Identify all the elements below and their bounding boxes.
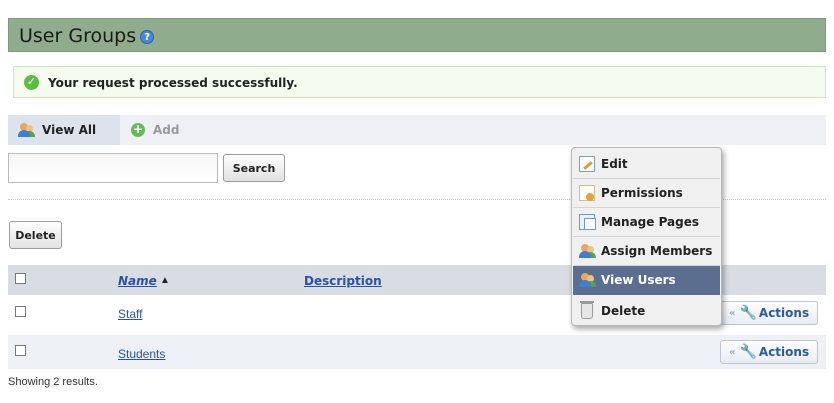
row-checkbox[interactable]	[15, 306, 26, 317]
menu-item-label: View Users	[601, 273, 676, 287]
sort-asc-icon: ▲	[160, 275, 170, 286]
menu-item-label: Delete	[601, 303, 646, 318]
menu-item-assign-members[interactable]: Assign Members	[573, 237, 720, 266]
tab-add[interactable]: + Add	[131, 115, 179, 145]
view-users-icon	[579, 272, 596, 288]
actions-label: Actions	[758, 306, 810, 320]
success-notice: ✓ Your request processed successfully.	[13, 66, 826, 98]
menu-item-label: Permissions	[601, 186, 683, 200]
users-icon	[18, 122, 36, 138]
trash-icon	[580, 300, 594, 319]
group-name-link[interactable]: Staff	[118, 307, 142, 321]
tab-view-all[interactable]: View All	[8, 115, 120, 145]
check-circle-icon: ✓	[24, 75, 39, 90]
tab-bar: View All + Add	[8, 115, 826, 145]
chevron-left-icon: «	[729, 307, 736, 319]
menu-item-manage-pages[interactable]: Manage Pages	[573, 208, 720, 237]
actions-menu: Edit Permissions Manage Pages Assign Mem…	[571, 147, 722, 326]
menu-item-edit[interactable]: Edit	[573, 150, 720, 179]
wrench-icon: 🔧	[739, 344, 757, 360]
row-checkbox[interactable]	[15, 345, 26, 356]
wrench-icon: 🔧	[739, 305, 757, 321]
menu-item-delete[interactable]: Delete	[573, 296, 720, 325]
column-header-description[interactable]: Description	[304, 274, 382, 288]
menu-item-permissions[interactable]: Permissions	[573, 179, 720, 208]
assign-members-icon	[579, 243, 596, 259]
menu-item-label: Edit	[601, 157, 628, 171]
add-icon: +	[131, 122, 145, 137]
search-button[interactable]: Search	[223, 154, 285, 182]
page-title-text: User Groups	[19, 25, 137, 47]
results-count: Showing 2 results.	[8, 376, 98, 388]
permissions-icon	[579, 185, 595, 201]
pages-icon	[579, 214, 596, 230]
select-all-checkbox[interactable]	[15, 273, 26, 284]
page-header: User Groups?	[8, 18, 826, 52]
group-name-link[interactable]: Students	[118, 347, 165, 361]
column-header-name[interactable]: Name	[118, 274, 157, 288]
help-icon[interactable]: ?	[140, 29, 155, 44]
edit-icon	[579, 156, 595, 172]
page-title: User Groups?	[19, 25, 155, 47]
actions-label: Actions	[758, 345, 810, 359]
delete-selected-button[interactable]: Delete	[9, 221, 62, 249]
chevron-left-icon: «	[729, 346, 736, 358]
menu-item-view-users[interactable]: View Users	[573, 266, 720, 295]
search-input[interactable]	[8, 153, 218, 183]
actions-button[interactable]: « 🔧 Actions	[720, 340, 818, 364]
tab-view-all-label: View All	[42, 123, 97, 137]
menu-item-label: Manage Pages	[601, 215, 700, 229]
success-message: Your request processed successfully.	[48, 76, 298, 90]
tab-add-label: Add	[153, 123, 180, 137]
table-row: Students « 🔧 Actions	[8, 335, 826, 369]
actions-button[interactable]: « 🔧 Actions	[720, 301, 818, 325]
menu-item-label: Assign Members	[601, 244, 713, 258]
